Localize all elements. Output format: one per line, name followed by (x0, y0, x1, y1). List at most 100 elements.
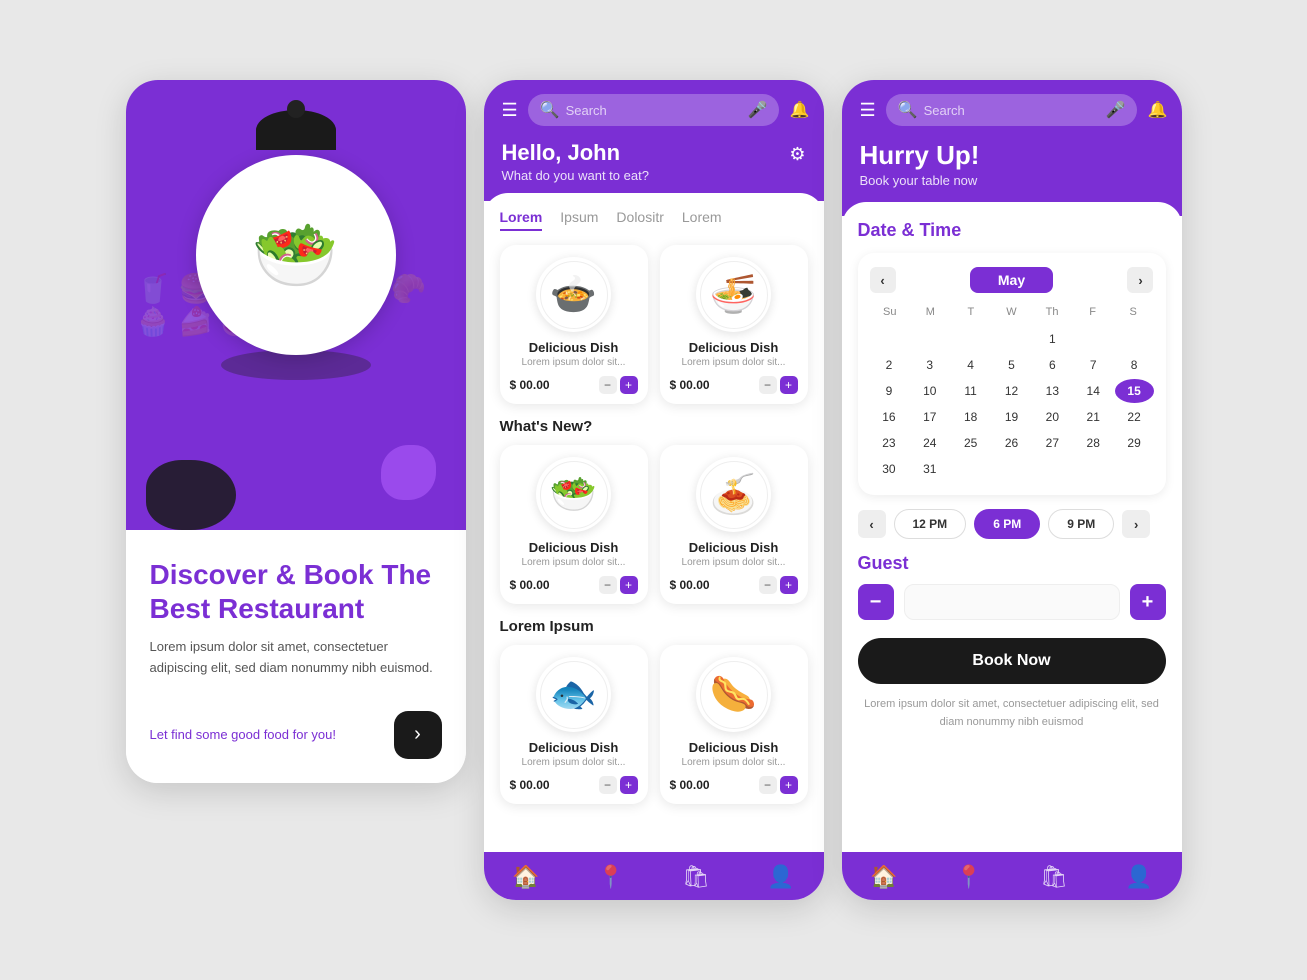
cal-next[interactable]: › (1127, 267, 1153, 293)
cal-day-9[interactable]: 9 (870, 379, 909, 403)
mic-icon[interactable]: 🎤 (748, 100, 768, 120)
cal-day-12[interactable]: 12 (992, 379, 1031, 403)
cal-day-23[interactable]: 23 (870, 431, 909, 455)
search-input[interactable] (566, 103, 742, 118)
book-now-button[interactable]: Book Now (858, 638, 1166, 684)
cal-day-15[interactable]: 15 (1115, 379, 1154, 403)
nav-bag-3[interactable]: 🛍 (1040, 864, 1068, 890)
cal-day-25[interactable]: 25 (951, 431, 990, 455)
cal-day-22[interactable]: 22 (1115, 405, 1154, 429)
time-9pm[interactable]: 9 PM (1048, 509, 1114, 539)
nav-home-3[interactable]: 🏠 (870, 864, 897, 890)
search-bar-3[interactable]: 🔍 🎤 (886, 94, 1138, 126)
nav-profile-2[interactable]: 👤 (767, 864, 794, 890)
screen3-heading: Hurry Up! (860, 140, 1164, 171)
cal-day-3[interactable]: 3 (910, 353, 949, 377)
guest-plus-btn[interactable]: + (1130, 584, 1166, 620)
qty-plus-4[interactable]: + (780, 576, 798, 594)
lorem-ipsum-label: Lorem Ipsum (500, 618, 808, 635)
qty-minus-1[interactable]: − (599, 376, 617, 394)
tab-lorem2[interactable]: Lorem (682, 209, 722, 231)
qty-plus-2[interactable]: + (780, 376, 798, 394)
cal-day-13[interactable]: 13 (1033, 379, 1072, 403)
qty-minus-2[interactable]: − (759, 376, 777, 394)
food-price-4: $ 00.00 (670, 578, 710, 592)
cal-day-28[interactable]: 28 (1074, 431, 1113, 455)
time-next[interactable]: › (1122, 510, 1150, 538)
cal-day-11[interactable]: 11 (951, 379, 990, 403)
menu-icon[interactable]: ☰ (502, 100, 518, 121)
bell-icon-3[interactable]: 🔔 (1147, 100, 1167, 120)
mic-icon-3[interactable]: 🎤 (1106, 100, 1126, 120)
cal-day-27[interactable]: 27 (1033, 431, 1072, 455)
nav-bag-2[interactable]: 🛍 (682, 864, 710, 890)
food-desc-1: Lorem ipsum dolor sit... (522, 357, 626, 368)
date-time-label: Date & Time (858, 220, 1166, 241)
food-card-6: 🌭 Delicious Dish Lorem ipsum dolor sit..… (660, 645, 808, 804)
food-image-1: 🍲 (536, 257, 611, 332)
cal-day-7[interactable]: 7 (1074, 353, 1113, 377)
time-6pm[interactable]: 6 PM (974, 509, 1040, 539)
food-card-1: 🍲 Delicious Dish Lorem ipsum dolor sit..… (500, 245, 648, 404)
qty-plus-1[interactable]: + (620, 376, 638, 394)
cal-day-26[interactable]: 26 (992, 431, 1031, 455)
next-button[interactable]: › (394, 711, 442, 759)
cal-day-5[interactable]: 5 (992, 353, 1031, 377)
section3-grid: 🐟 Delicious Dish Lorem ipsum dolor sit..… (500, 645, 808, 804)
cal-day-20[interactable]: 20 (1033, 405, 1072, 429)
qty-plus-5[interactable]: + (620, 776, 638, 794)
qty-minus-5[interactable]: − (599, 776, 617, 794)
cal-day-6[interactable]: 6 (1033, 353, 1072, 377)
qty-minus-6[interactable]: − (759, 776, 777, 794)
day-s: S (1113, 303, 1154, 321)
cal-day-29[interactable]: 29 (1115, 431, 1154, 455)
time-prev[interactable]: ‹ (858, 510, 886, 538)
calendar: ‹ May › Su M T W Th F S (858, 253, 1166, 495)
tab-lorem[interactable]: Lorem (500, 209, 543, 231)
screen1-desc: Lorem ipsum dolor sit amet, consectetuer… (150, 637, 442, 679)
cal-day-10[interactable]: 10 (910, 379, 949, 403)
food-image-5: 🐟 (536, 657, 611, 732)
menu-icon-3[interactable]: ☰ (860, 100, 876, 121)
qty-minus-4[interactable]: − (759, 576, 777, 594)
cal-day-2[interactable]: 2 (870, 353, 909, 377)
greeting-text: Hello, John What do you want to eat? (502, 140, 649, 183)
nav-profile-3[interactable]: 👤 (1125, 864, 1152, 890)
cal-day-14[interactable]: 14 (1074, 379, 1113, 403)
food-desc-5: Lorem ipsum dolor sit... (522, 757, 626, 768)
tab-dolositr[interactable]: Dolositr (616, 209, 663, 231)
cal-day-4[interactable]: 4 (951, 353, 990, 377)
cal-day-19[interactable]: 19 (992, 405, 1031, 429)
screen3-body: Date & Time ‹ May › Su M T W Th F S (842, 202, 1182, 852)
guest-minus-btn[interactable]: − (858, 584, 894, 620)
food-title-6: Delicious Dish (689, 740, 779, 755)
search-bar[interactable]: 🔍 🎤 (528, 94, 780, 126)
cal-day-8[interactable]: 8 (1115, 353, 1154, 377)
nav-location-3[interactable]: 📍 (955, 864, 982, 890)
guest-count-input[interactable] (904, 584, 1120, 620)
cal-day-30[interactable]: 30 (870, 457, 909, 481)
cal-day-24[interactable]: 24 (910, 431, 949, 455)
cal-day-17[interactable]: 17 (910, 405, 949, 429)
qty-plus-3[interactable]: + (620, 576, 638, 594)
cal-day-16[interactable]: 16 (870, 405, 909, 429)
food-footer-2: $ 00.00 − + (670, 376, 798, 394)
cal-prev[interactable]: ‹ (870, 267, 896, 293)
qty-plus-6[interactable]: + (780, 776, 798, 794)
cal-day-18[interactable]: 18 (951, 405, 990, 429)
cal-day-21[interactable]: 21 (1074, 405, 1113, 429)
cal-day-31[interactable]: 31 (910, 457, 949, 481)
cal-day-1[interactable]: 1 (1033, 327, 1072, 351)
time-12pm[interactable]: 12 PM (894, 509, 967, 539)
tab-ipsum[interactable]: Ipsum (560, 209, 598, 231)
qty-ctrl-4: − + (759, 576, 798, 594)
bell-icon[interactable]: 🔔 (789, 100, 809, 120)
food-image-2: 🍜 (696, 257, 771, 332)
search-input-3[interactable] (924, 103, 1100, 118)
food-price-3: $ 00.00 (510, 578, 550, 592)
nav-location-2[interactable]: 📍 (597, 864, 624, 890)
screen2-body: Lorem Ipsum Dolositr Lorem 🍲 Delicious D… (484, 193, 824, 852)
filter-icon[interactable]: ⚙ (789, 144, 805, 165)
nav-home-2[interactable]: 🏠 (512, 864, 539, 890)
qty-minus-3[interactable]: − (599, 576, 617, 594)
